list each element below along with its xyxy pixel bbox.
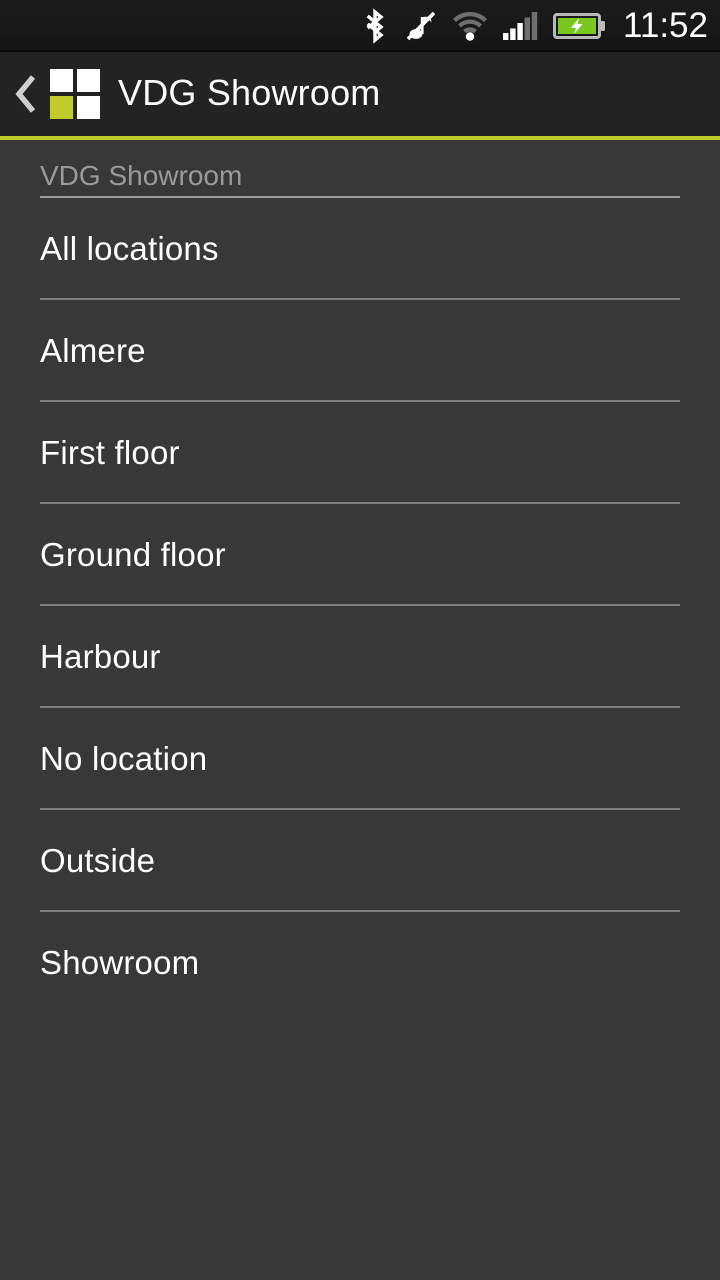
status-bar: 11:52 xyxy=(0,0,720,52)
logo-tile-top-left xyxy=(50,69,73,92)
back-button[interactable] xyxy=(4,52,48,136)
list-divider xyxy=(40,298,680,300)
list-item[interactable]: Ground floor xyxy=(0,504,720,604)
list-item-label: No location xyxy=(40,739,208,777)
status-bar-clock: 11:52 xyxy=(623,5,708,45)
list-item[interactable]: No location xyxy=(0,708,720,808)
status-bar-icons xyxy=(353,6,613,46)
list-item-label: Ground floor xyxy=(40,535,226,573)
list-item-label: Harbour xyxy=(40,637,161,675)
logo-tile-bottom-left xyxy=(50,96,73,119)
list-item[interactable]: Showroom xyxy=(0,912,720,1012)
battery-charging-icon xyxy=(547,6,613,46)
list-item[interactable]: All locations xyxy=(0,198,720,298)
list-divider xyxy=(40,604,680,606)
list-item-label: Showroom xyxy=(40,943,200,981)
location-list: VDG Showroom All locations Almere First … xyxy=(0,140,720,1280)
list-item-label: Almere xyxy=(40,331,146,369)
list-item[interactable]: Almere xyxy=(0,300,720,400)
list-divider xyxy=(40,400,680,402)
list-item[interactable]: Outside xyxy=(0,810,720,910)
list-section-header: VDG Showroom xyxy=(0,140,720,196)
list-section-header-label: VDG Showroom xyxy=(40,160,243,191)
list-item-label: Outside xyxy=(40,841,156,879)
list-divider xyxy=(40,706,680,708)
list-item-label: All locations xyxy=(40,229,219,267)
phone-screen: 11:52 VDG Showroom VDG Showroom All loca… xyxy=(0,0,720,1280)
logo-tile-top-right xyxy=(77,69,100,92)
list-divider xyxy=(40,910,680,912)
list-divider xyxy=(40,808,680,810)
list-item-label: First floor xyxy=(40,433,180,471)
list-item[interactable]: Harbour xyxy=(0,606,720,706)
bluetooth-icon xyxy=(353,6,397,46)
chevron-left-icon xyxy=(15,75,36,113)
music-off-icon xyxy=(397,6,445,46)
page-title: VDG Showroom xyxy=(118,71,381,113)
logo-tile-bottom-right xyxy=(77,96,100,119)
list-item[interactable]: First floor xyxy=(0,402,720,502)
action-bar: VDG Showroom xyxy=(0,52,720,136)
wifi-icon xyxy=(445,6,495,46)
vdg-logo xyxy=(50,69,100,119)
cellular-signal-icon xyxy=(495,6,547,46)
list-divider xyxy=(40,502,680,504)
